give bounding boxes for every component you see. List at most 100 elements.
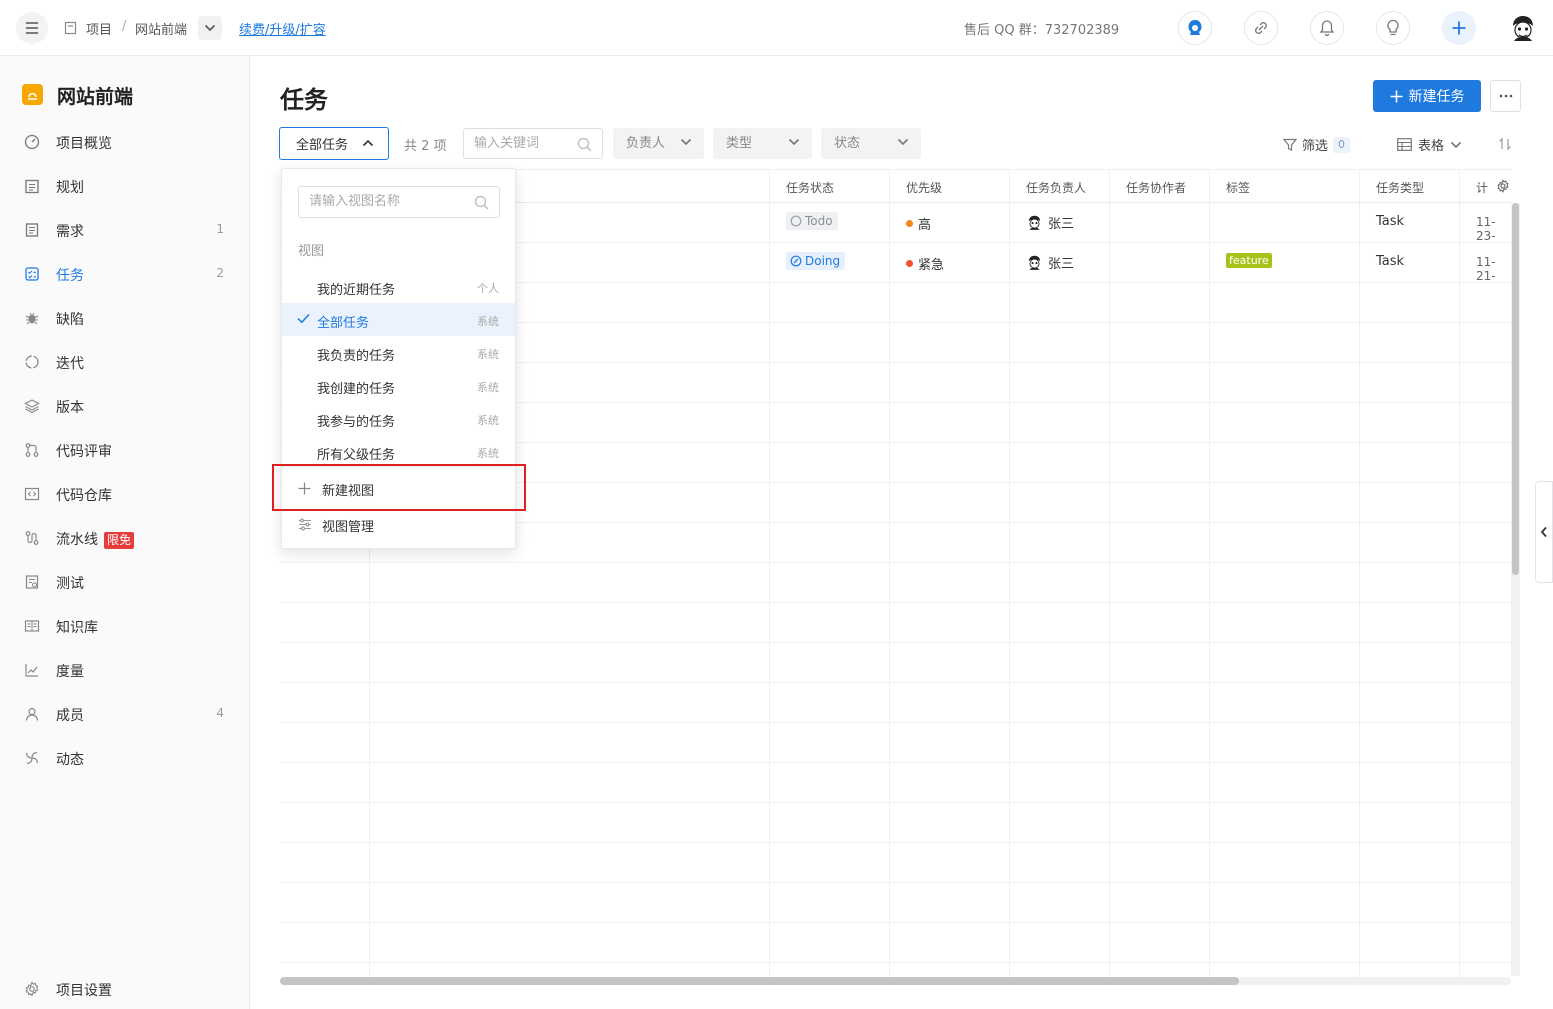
view-option-my-assigned[interactable]: 我负责的任务 系统	[282, 336, 515, 369]
breadcrumb-projects[interactable]: 项目	[86, 19, 112, 38]
ideas-button[interactable]	[1376, 11, 1410, 45]
sidebar-item-label: 知识库	[56, 620, 98, 636]
sidebar-item-members[interactable]: 成员 4	[0, 698, 250, 730]
sidebar-item-testing[interactable]: 测试	[0, 566, 250, 598]
sort-button[interactable]	[1498, 137, 1512, 151]
more-button[interactable]	[1490, 80, 1521, 112]
table-row-2-type[interactable]: Task	[1376, 254, 1404, 269]
chart-icon	[24, 662, 40, 678]
table-row-1-date[interactable]: 11-23-	[1476, 215, 1511, 243]
link-button[interactable]	[1244, 11, 1278, 45]
view-mode-select[interactable]: 表格	[1397, 135, 1462, 154]
sidebar-item-label: 代码仓库	[56, 488, 112, 504]
sidebar-item-label: 需求	[56, 224, 84, 240]
header-status[interactable]: 任务状态	[786, 179, 834, 196]
table-row-1-priority[interactable]: 高	[906, 214, 931, 233]
sidebar-item-label: 度量	[56, 664, 84, 680]
assistant-button[interactable]	[1178, 11, 1212, 45]
column-settings-button[interactable]	[1496, 179, 1510, 193]
menu-toggle-button[interactable]	[16, 12, 48, 44]
document-icon	[24, 222, 40, 238]
table-row-2-status[interactable]: Doing	[786, 252, 846, 270]
header-task-type[interactable]: 任务类型	[1376, 179, 1424, 196]
status-filter[interactable]: 状态	[821, 128, 921, 159]
view-select[interactable]: 全部任务	[279, 127, 389, 160]
filter-button[interactable]: 筛选 0	[1283, 135, 1351, 154]
filter-label: 筛选	[1302, 139, 1329, 154]
status-text: Doing	[805, 254, 841, 268]
vertical-scrollbar-thumb[interactable]	[1512, 203, 1519, 575]
table-row-2-assignee[interactable]: 张三	[1026, 253, 1074, 272]
sidebar-item-defects[interactable]: 缺陷	[0, 302, 250, 334]
sidebar-item-code-review[interactable]: 代码评审	[0, 434, 250, 466]
chevron-left-icon	[1540, 526, 1547, 538]
header-priority[interactable]: 优先级	[906, 179, 942, 196]
gear-icon	[1497, 179, 1509, 193]
sidebar-item-tasks[interactable]: 任务 2	[0, 258, 250, 290]
horizontal-scrollbar-thumb[interactable]	[280, 977, 1239, 985]
table-row-1-type[interactable]: Task	[1376, 214, 1404, 229]
keyword-placeholder: 输入关键词	[474, 136, 540, 151]
project-logo-icon	[28, 92, 37, 100]
view-option-tag: 系统	[477, 381, 499, 394]
sidebar-item-versions[interactable]: 版本	[0, 390, 250, 422]
manage-views-button[interactable]: 视图管理	[282, 507, 515, 541]
quick-create-button[interactable]	[1442, 11, 1476, 45]
keyword-input[interactable]: 输入关键词	[463, 128, 603, 159]
type-filter[interactable]: 类型	[713, 128, 812, 159]
header-plan[interactable]: 计	[1476, 179, 1488, 196]
search-icon	[474, 195, 489, 210]
sidebar-item-planning[interactable]: 规划	[0, 170, 250, 202]
sidebar-item-iterations[interactable]: 迭代	[0, 346, 250, 378]
table-row-2-priority[interactable]: 紧急	[906, 254, 944, 273]
chevron-down-icon	[204, 24, 216, 32]
support-qq-text: 售后 QQ 群：732702389	[964, 23, 1120, 38]
view-option-label: 我负责的任务	[317, 349, 396, 364]
gear-icon	[24, 981, 40, 997]
sidebar-item-knowledge-base[interactable]: 知识库	[0, 610, 250, 642]
view-group-label: 视图	[298, 244, 325, 259]
table-row-1-assignee[interactable]: 张三	[1026, 213, 1074, 232]
view-option-my-created[interactable]: 我创建的任务 系统	[282, 369, 515, 402]
assignee-filter[interactable]: 负责人	[613, 128, 704, 159]
sidebar-item-overview[interactable]: 项目概览	[0, 126, 250, 158]
breadcrumb-current-project[interactable]: 网站前端	[135, 19, 187, 38]
row-divider	[280, 642, 1511, 643]
new-task-button[interactable]: 新建任务	[1373, 80, 1481, 112]
header-collaborators[interactable]: 任务协作者	[1126, 179, 1186, 196]
header-assignee[interactable]: 任务负责人	[1026, 179, 1086, 196]
view-option-all[interactable]: 全部任务 系统	[282, 303, 515, 336]
sidebar-item-activity[interactable]: 动态	[0, 742, 250, 774]
sidebar-item-metrics[interactable]: 度量	[0, 654, 250, 686]
sidebar-item-pipeline[interactable]: 流水线 限免	[0, 522, 250, 554]
plus-icon	[1452, 21, 1466, 35]
view-option-label: 我参与的任务	[317, 415, 396, 430]
sidebar-item-label: 动态	[56, 752, 84, 768]
user-avatar[interactable]	[1508, 13, 1538, 43]
feature-tag: feature	[1226, 253, 1272, 268]
sidebar-item-code-repo[interactable]: 代码仓库	[0, 478, 250, 510]
header-tags[interactable]: 标签	[1226, 179, 1250, 196]
table-row-2-date[interactable]: 11-21-	[1476, 255, 1511, 283]
free-badge: 限免	[104, 532, 135, 549]
side-panel-toggle[interactable]	[1535, 481, 1553, 583]
table-row-2-tags[interactable]: feature	[1226, 253, 1272, 268]
renew-upgrade-link[interactable]: 续费/升级/扩容	[239, 19, 326, 38]
row-divider	[280, 802, 1511, 803]
sidebar-item-project-settings[interactable]: 项目设置	[0, 970, 250, 1006]
manage-views-label: 视图管理	[322, 520, 375, 535]
view-search-input[interactable]: 请输入视图名称	[298, 186, 500, 218]
search-icon	[577, 137, 592, 152]
column-divider	[1459, 169, 1460, 979]
view-option-my-recent[interactable]: 我的近期任务 个人	[282, 270, 515, 303]
chevron-down-icon	[897, 138, 909, 146]
notification-button[interactable]	[1310, 11, 1344, 45]
table-row-1-status[interactable]: Todo	[786, 212, 838, 230]
priority-dot	[906, 220, 913, 227]
code-icon	[24, 486, 40, 502]
chevron-up-icon	[362, 139, 374, 147]
sidebar-item-label: 流水线 限免	[56, 529, 135, 549]
sidebar-item-requirements[interactable]: 需求 1	[0, 214, 250, 246]
project-switch-button[interactable]	[198, 16, 222, 40]
view-option-my-participating[interactable]: 我参与的任务 系统	[282, 402, 515, 435]
